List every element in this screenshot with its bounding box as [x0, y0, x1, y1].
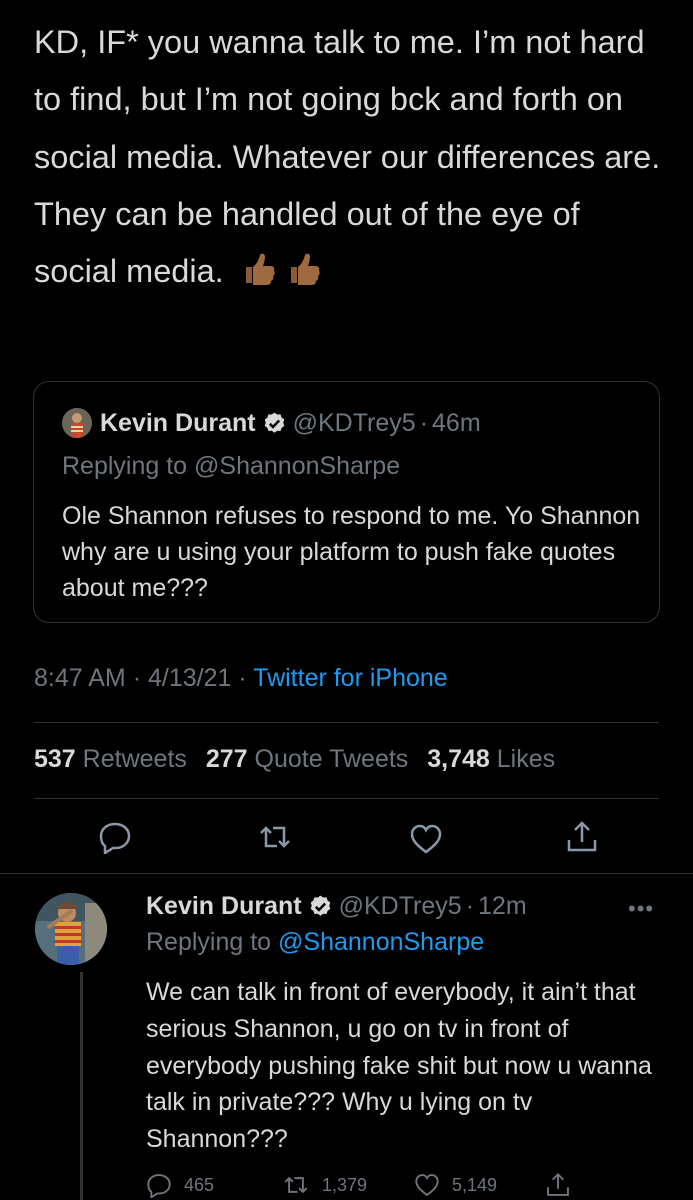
like-action[interactable]: 5,149: [414, 1172, 497, 1198]
divider: [34, 798, 659, 799]
reply-tweet-text: We can talk in front of everybody, it ai…: [146, 978, 652, 1154]
divider: [0, 873, 693, 874]
divider: [34, 722, 659, 723]
author-name[interactable]: Kevin Durant: [146, 892, 302, 921]
author-handle[interactable]: @KDTrey5: [339, 892, 462, 921]
tweet-body: KD, IF* you wanna talk to me. I’m not ha…: [34, 24, 661, 290]
quoted-tweet-header: Kevin Durant @KDTrey5 · 46m: [62, 406, 481, 440]
avatar[interactable]: [62, 408, 92, 438]
share-icon[interactable]: [565, 820, 599, 854]
verified-badge-icon: [310, 895, 330, 916]
tweet-stats: 537 Retweets 277 Quote Tweets 3,748 Like…: [34, 745, 567, 774]
separator-dot: ·: [132, 664, 142, 692]
author-handle[interactable]: @KDTrey5: [293, 409, 416, 438]
avatar[interactable]: [35, 893, 107, 965]
replying-to: Replying to @ShannonSharpe: [62, 452, 401, 480]
replying-to-prefix: Replying to: [146, 928, 272, 956]
share-icon[interactable]: [545, 1172, 571, 1198]
retweet-count: 1,379: [322, 1174, 368, 1195]
more-options-icon[interactable]: •••: [628, 896, 654, 922]
verified-badge-icon: [264, 412, 284, 433]
quote-tweet-count[interactable]: 277: [206, 745, 248, 773]
quote-tweets-label[interactable]: Quote Tweets: [255, 745, 409, 773]
thumbs-up-icon: [290, 253, 320, 286]
retweet-icon[interactable]: [258, 820, 292, 854]
quoted-tweet-card[interactable]: Kevin Durant @KDTrey5 · 46m Replying to …: [33, 381, 660, 623]
likes-label[interactable]: Likes: [497, 745, 555, 773]
like-count[interactable]: 3,748: [427, 745, 490, 773]
retweet-icon[interactable]: [282, 1172, 310, 1198]
retweet-action[interactable]: 1,379: [282, 1172, 367, 1198]
share-action[interactable]: [545, 1172, 583, 1198]
quoted-tweet-text: Ole Shannon refuses to respond to me. Yo…: [62, 502, 641, 602]
tweet-time: 12m: [478, 891, 527, 920]
like-icon[interactable]: [414, 1172, 440, 1198]
reply-icon[interactable]: [146, 1172, 172, 1198]
tweet-meta: 8:47 AM · 4/13/21 · Twitter for iPhone: [34, 664, 448, 693]
like-count: 5,149: [452, 1174, 498, 1195]
tweet-time: 8:47 AM: [34, 664, 126, 692]
reply-action[interactable]: 465: [146, 1172, 214, 1198]
tweet-time: 46m: [432, 408, 481, 437]
tweet-date: 4/13/21: [147, 664, 232, 692]
thumbs-up-emojis: [243, 247, 324, 304]
mention-link[interactable]: @ShannonSharpe: [278, 928, 484, 956]
replying-to: Replying to @ShannonSharpe: [146, 928, 484, 957]
separator-dot: ·: [419, 408, 429, 437]
separator-dot: ·: [465, 891, 475, 920]
tweet-source-link[interactable]: Twitter for iPhone: [253, 664, 448, 692]
reply-icon[interactable]: [98, 820, 132, 854]
reply-tweet-header: Kevin Durant @KDTrey5 · 12m: [146, 888, 527, 924]
separator-dot: ·: [238, 664, 247, 692]
thread-line: [80, 972, 83, 1200]
retweet-count[interactable]: 537: [34, 745, 76, 773]
author-name[interactable]: Kevin Durant: [100, 409, 256, 438]
reply-count: 465: [184, 1174, 215, 1195]
retweets-label[interactable]: Retweets: [83, 745, 187, 773]
tweet-text: KD, IF* you wanna talk to me. I’m not ha…: [34, 14, 664, 304]
thumbs-up-icon: [245, 253, 275, 286]
like-icon[interactable]: [409, 822, 443, 856]
